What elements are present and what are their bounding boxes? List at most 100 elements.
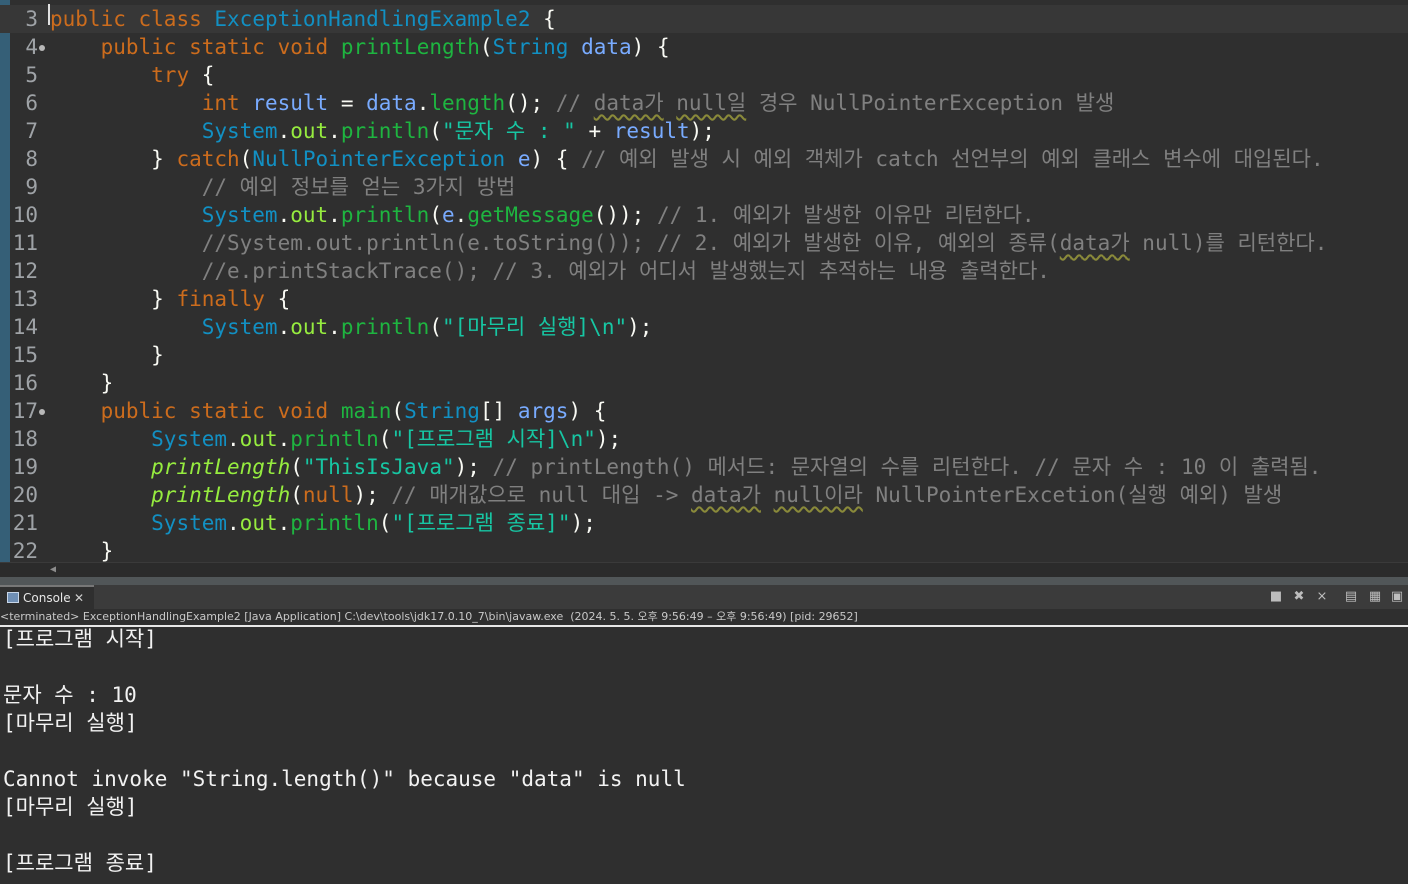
code-token: String — [492, 35, 569, 59]
scroll-left-icon[interactable]: ◀ — [50, 563, 56, 577]
console-output[interactable]: [프로그램 시작] 문자 수 : 10 [마무리 실행] Cannot invoke … — [0, 625, 1408, 884]
code-token: . — [277, 427, 291, 451]
code-line[interactable]: 10 System.out.println(e.getMessage()); /… — [0, 201, 1408, 229]
code-line[interactable]: 12 //e.printStackTrace(); // 3. 예외가 어디서 … — [0, 257, 1408, 285]
code-line[interactable]: 20 printLength(null); // 매개값으로 null 대입 -… — [0, 481, 1408, 509]
code-text: // 예외 정보를 얻는 3가지 방법 — [50, 173, 516, 201]
scroll-lock-icon[interactable]: ▤ — [1343, 589, 1359, 605]
code-line[interactable]: 17 public static void main(String[] args… — [0, 397, 1408, 425]
code-token: ExceptionHandlingExample2 — [214, 7, 531, 31]
code-token: System — [201, 315, 278, 339]
code-token: // 1. 예외가 발생한 이유만 리턴한다. — [656, 203, 1035, 227]
code-token: null — [302, 483, 354, 507]
tab-console-label: Console — [23, 591, 71, 605]
remove-launch-icon[interactable]: ✖ — [1291, 589, 1307, 605]
code-token: // 매개값으로 null 대입 -> — [391, 483, 692, 507]
code-line[interactable]: 16 } — [0, 369, 1408, 397]
code-line[interactable]: 19 printLength("ThisIsJava"); // printLe… — [0, 453, 1408, 481]
code-token: ( — [429, 315, 442, 339]
code-line[interactable]: 5 try { — [0, 61, 1408, 89]
tab-console[interactable]: Console ✕ — [0, 585, 94, 609]
code-token: try — [151, 63, 190, 87]
line-number: 15 — [12, 343, 38, 367]
code-token: data가 — [593, 91, 664, 115]
code-token: data — [366, 91, 417, 115]
code-token: printLength — [151, 483, 291, 507]
code-token: . — [227, 427, 240, 451]
code-token: ( — [378, 427, 392, 451]
code-token: e — [442, 203, 455, 227]
view-splitter[interactable] — [0, 577, 1408, 585]
code-text: public static void printLength(String da… — [50, 33, 670, 61]
code-line[interactable]: 4 public static void printLength(String … — [0, 33, 1408, 61]
code-text: public static void main(String[] args) { — [50, 397, 607, 425]
line-number: 11 — [12, 231, 38, 255]
line-number: 6 — [25, 91, 38, 115]
console-output-line: [프로그램 종료] — [3, 851, 157, 875]
code-line[interactable]: 14 System.out.println("[마무리 실행]\n"); — [0, 313, 1408, 341]
code-line[interactable]: 6 int result = data.length(); // data가 n… — [0, 89, 1408, 117]
code-token: [] — [479, 399, 518, 423]
fold-toggle-icon[interactable] — [39, 409, 45, 415]
code-token: } — [50, 147, 177, 171]
code-editor[interactable]: 3 public class ExceptionHandlingExample2 … — [0, 0, 1408, 562]
code-token: . — [328, 203, 341, 227]
code-token: out — [290, 203, 329, 227]
code-token: println — [340, 315, 430, 339]
code-token: public — [50, 7, 126, 31]
code-line[interactable]: 8 } catch(NullPointerException e) { // 예… — [0, 145, 1408, 173]
pin-console-icon[interactable]: ▦ — [1367, 589, 1383, 605]
code-token: ); — [353, 483, 392, 507]
line-number: 3 — [25, 7, 38, 31]
line-number: 9 — [25, 175, 38, 199]
code-line[interactable]: 15 } — [0, 341, 1408, 369]
remove-all-terminated-icon[interactable]: ⨯ — [1314, 589, 1330, 605]
code-text: int result = data.length(); // data가 nul… — [50, 89, 1115, 117]
code-token: ) { — [530, 147, 582, 171]
code-token: . — [328, 119, 341, 143]
code-token: static — [189, 35, 265, 59]
line-number: 22 — [12, 539, 38, 562]
code-token: ()); — [593, 203, 657, 227]
code-token: String — [404, 399, 480, 423]
code-token: "[프로그램 종료]" — [391, 511, 571, 535]
code-token: . — [227, 511, 240, 535]
line-number: 10 — [12, 203, 38, 227]
code-token: System — [201, 119, 278, 143]
code-token: e — [517, 147, 531, 171]
terminate-icon[interactable]: ■ — [1268, 589, 1284, 605]
code-line[interactable]: 22 } — [0, 537, 1408, 562]
fold-toggle-icon[interactable] — [39, 45, 45, 51]
code-token: { — [530, 7, 556, 31]
code-token: . — [277, 203, 291, 227]
code-token: printLength — [340, 35, 480, 59]
code-token: . — [328, 315, 341, 339]
code-line[interactable]: 7 System.out.println("문자 수 : " + result)… — [0, 117, 1408, 145]
code-token: null이라 — [773, 483, 863, 507]
code-token: ( — [479, 35, 493, 59]
code-token: null일 — [676, 91, 747, 115]
code-line[interactable]: 13 } finally { — [0, 285, 1408, 313]
code-line[interactable]: 9 // 예외 정보를 얻는 3가지 방법 — [0, 173, 1408, 201]
code-token: //e.printStackTrace(); // 3. 예외가 어디서 발생했… — [201, 259, 1050, 283]
code-line[interactable]: 3 public class ExceptionHandlingExample2 … — [0, 5, 1408, 33]
code-token: ( — [429, 119, 442, 143]
close-tab-icon[interactable]: ✕ — [74, 589, 84, 607]
code-line[interactable]: 18 System.out.println("[프로그램 시작]\n"); — [0, 425, 1408, 453]
code-token: data가 — [691, 483, 761, 507]
code-text: printLength("ThisIsJava"); // printLengt… — [50, 453, 1321, 481]
code-line[interactable]: 11 //System.out.println(e.toString()); /… — [0, 229, 1408, 257]
line-number: 21 — [12, 511, 38, 535]
code-line[interactable]: 21 System.out.println("[프로그램 종료]"); — [0, 509, 1408, 537]
editor-horizontal-scrollbar[interactable]: ◀ — [0, 562, 1408, 577]
display-selected-console-icon[interactable]: ▣ — [1389, 589, 1405, 605]
